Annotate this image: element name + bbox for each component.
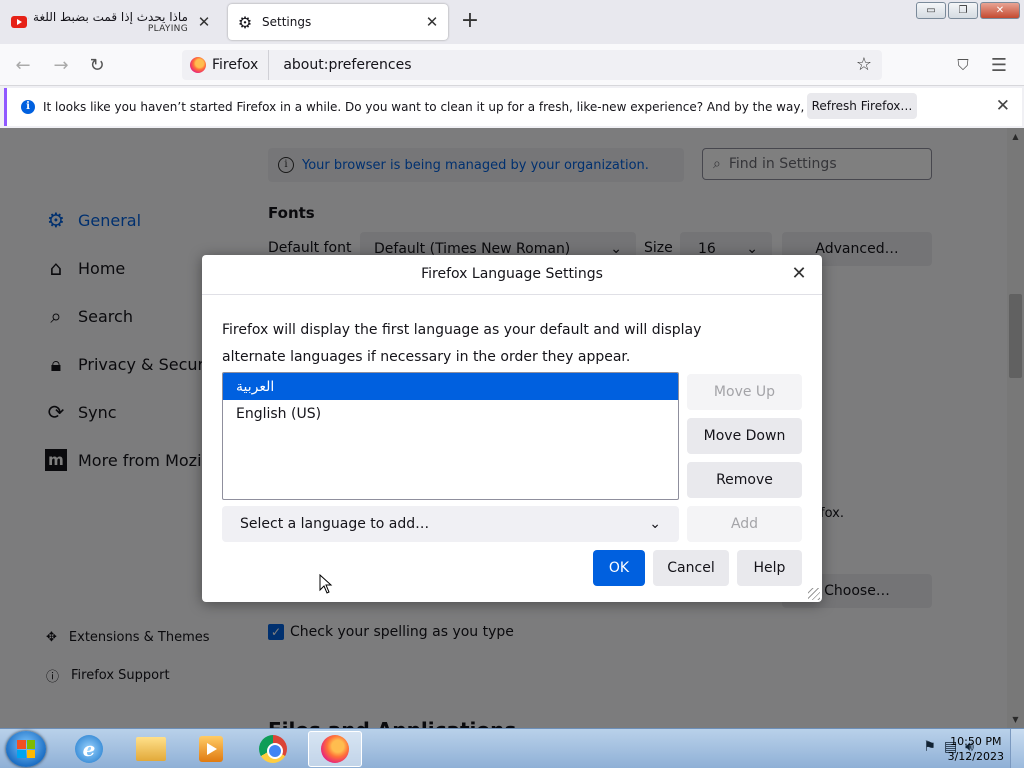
- taskbar-clock[interactable]: 10:50 PM 3/12/2023: [948, 734, 1004, 764]
- url-bar[interactable]: Firefox about:preferences ☆: [182, 50, 882, 80]
- menu-icon[interactable]: ☰: [986, 53, 1012, 77]
- remove-button[interactable]: Remove: [687, 462, 802, 498]
- restore-button[interactable]: ❐: [948, 2, 978, 19]
- identity-box[interactable]: Firefox: [182, 50, 270, 80]
- start-button[interactable]: [6, 731, 46, 767]
- show-desktop-button[interactable]: [1010, 729, 1024, 768]
- identity-label: Firefox: [212, 57, 259, 73]
- bookmark-star-icon[interactable]: ☆: [856, 54, 872, 75]
- notification-bar: i It looks like you haven’t started Fire…: [4, 88, 1022, 126]
- tab-youtube[interactable]: ماذا يحدث إذا قمت بضبط اللغة على PLAYING…: [2, 4, 220, 40]
- pocket-icon[interactable]: ⛉: [950, 53, 976, 77]
- move-up-button[interactable]: Move Up: [687, 374, 802, 410]
- tab-settings[interactable]: ⚙ Settings ✕: [228, 4, 448, 40]
- select-placeholder: Select a language to add…: [240, 516, 430, 532]
- forward-button[interactable]: →: [48, 53, 74, 77]
- taskbar-firefox[interactable]: [308, 731, 362, 767]
- cancel-button[interactable]: Cancel: [653, 550, 729, 586]
- gear-icon: ⚙: [237, 12, 253, 32]
- clock-time: 10:50 PM: [950, 735, 1002, 748]
- language-settings-dialog: Firefox Language Settings ✕ Firefox will…: [202, 255, 822, 602]
- taskbar-media-player[interactable]: [184, 731, 238, 767]
- language-list[interactable]: العربية English (US): [222, 372, 679, 500]
- close-tab-icon[interactable]: ✕: [194, 12, 214, 32]
- refresh-firefox-button[interactable]: Refresh Firefox…: [807, 93, 917, 119]
- resize-grip-icon[interactable]: [808, 588, 820, 600]
- tab-strip: ماذا يحدث إذا قمت بضبط اللغة على PLAYING…: [0, 0, 1024, 44]
- taskbar: e ⚑ ▤ 🔊︎ 10:50 PM 3/12/2023: [0, 728, 1024, 768]
- flag-icon[interactable]: ⚑: [923, 739, 936, 755]
- file-explorer-icon: [136, 737, 166, 761]
- list-item[interactable]: English (US): [223, 400, 678, 427]
- close-icon[interactable]: ✕: [788, 263, 810, 285]
- taskbar-chrome[interactable]: [246, 731, 300, 767]
- dialog-title: Firefox Language Settings: [421, 266, 603, 282]
- info-icon: i: [21, 100, 35, 114]
- ok-button[interactable]: OK: [593, 550, 645, 586]
- navigation-toolbar: ← → ↻ Firefox about:preferences ☆ ⛉ ☰: [0, 44, 1024, 86]
- taskbar-internet-explorer[interactable]: e: [62, 731, 116, 767]
- dialog-description: Firefox will display the first language …: [222, 322, 702, 365]
- language-name: العربية: [236, 378, 275, 395]
- list-item[interactable]: العربية: [223, 373, 678, 400]
- language-name: English (US): [236, 405, 322, 422]
- help-button[interactable]: Help: [737, 550, 802, 586]
- back-button[interactable]: ←: [10, 53, 36, 77]
- url-text[interactable]: about:preferences: [283, 57, 411, 73]
- windows-logo-icon: [17, 740, 35, 758]
- notification-message: It looks like you haven’t started Firefo…: [43, 100, 899, 114]
- minimize-button[interactable]: ▭: [916, 2, 946, 19]
- move-down-button[interactable]: Move Down: [687, 418, 802, 454]
- youtube-icon: [10, 13, 28, 31]
- firefox-icon: [321, 735, 349, 763]
- close-icon[interactable]: ✕: [996, 96, 1010, 116]
- firefox-icon: [190, 57, 206, 73]
- tab-title: Settings: [262, 15, 312, 29]
- chevron-down-icon: ⌄: [649, 516, 661, 532]
- clock-date: 3/12/2023: [947, 750, 1004, 763]
- add-button[interactable]: Add: [687, 506, 802, 542]
- chrome-icon: [259, 735, 287, 763]
- tab-playing-label: PLAYING: [147, 24, 188, 34]
- taskbar-file-explorer[interactable]: [124, 731, 178, 767]
- close-tab-icon[interactable]: ✕: [422, 12, 442, 32]
- new-tab-button[interactable]: +: [458, 10, 482, 34]
- tab-title: ماذا يحدث إذا قمت بضبط اللغة على: [28, 10, 188, 24]
- internet-explorer-icon: e: [75, 735, 103, 763]
- add-language-select[interactable]: Select a language to add… ⌄: [222, 506, 679, 542]
- close-window-button[interactable]: ✕: [980, 2, 1020, 19]
- media-player-icon: [199, 736, 223, 762]
- mouse-cursor-icon: [319, 574, 333, 594]
- window-controls: ▭ ❐ ✕: [916, 2, 1020, 19]
- reload-button[interactable]: ↻: [84, 53, 110, 77]
- dialog-header: Firefox Language Settings ✕: [202, 255, 822, 295]
